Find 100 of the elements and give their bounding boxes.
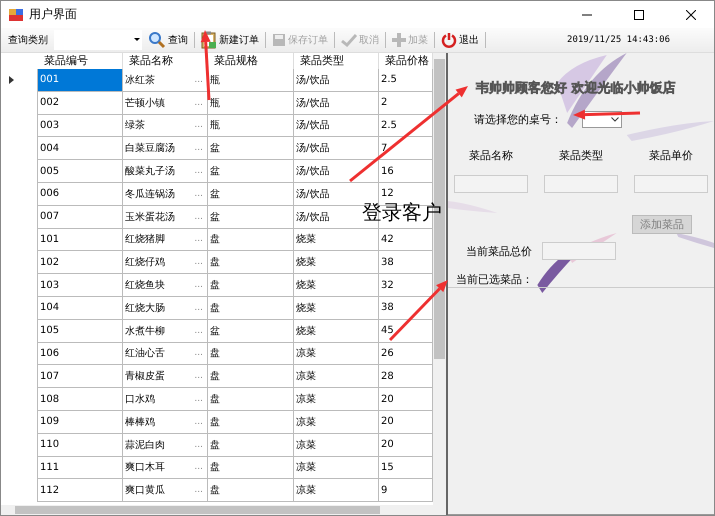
table-cell[interactable]: 盘	[210, 460, 220, 474]
table-cell[interactable]: 15	[381, 462, 394, 473]
table-cell[interactable]: 烧菜	[296, 300, 316, 315]
table-cell[interactable]: 瓶	[210, 96, 220, 110]
table-cell[interactable]: 红烧猪脚	[125, 232, 165, 246]
scrollbar-thumb[interactable]	[15, 506, 380, 514]
ellipsis-button[interactable]: ...	[194, 166, 203, 176]
table-cell[interactable]: 101	[38, 228, 123, 252]
table-cell[interactable]: 38	[381, 302, 394, 314]
table-cell[interactable]: 盆	[210, 324, 220, 338]
table-cell[interactable]: 106	[38, 342, 123, 366]
table-cell[interactable]: 107	[38, 365, 123, 388]
table-cell[interactable]: 冬瓜连锅汤	[125, 186, 175, 201]
table-cell[interactable]: 2.5	[381, 74, 397, 86]
table-cell[interactable]: 凉菜	[296, 460, 316, 474]
input-field[interactable]	[454, 175, 528, 193]
table-cell[interactable]: 105	[38, 320, 123, 343]
table-cell[interactable]: 红油心舌	[125, 346, 165, 360]
table-cell[interactable]: 20	[381, 416, 394, 428]
column-header[interactable]: 菜品规格	[208, 53, 294, 69]
table-cell[interactable]: 盘	[210, 438, 220, 452]
table-cell[interactable]: 烧菜	[296, 278, 316, 292]
table-cell[interactable]: 盘	[210, 232, 220, 246]
table-cell[interactable]: 9	[381, 484, 388, 496]
table-cell[interactable]: 004	[38, 137, 123, 160]
ellipsis-button[interactable]: ...	[194, 416, 203, 427]
table-cell[interactable]: 凉菜	[296, 346, 316, 360]
exit-button[interactable]: 退出	[438, 29, 482, 51]
category-dropdown[interactable]	[54, 30, 142, 50]
table-cell[interactable]: 凉菜	[296, 483, 316, 498]
table-cell[interactable]: 凉菜	[296, 392, 316, 406]
table-cell[interactable]: 盘	[210, 414, 220, 429]
table-cell[interactable]: 112	[38, 479, 123, 502]
table-cell[interactable]: 蒜泥白肉	[125, 438, 165, 452]
table-cell[interactable]: 凉菜	[296, 369, 316, 384]
table-cell[interactable]: 盘	[210, 278, 220, 292]
table-cell[interactable]: 红烧仔鸡	[125, 255, 165, 270]
table-cell[interactable]: 20	[381, 439, 394, 450]
table-cell[interactable]: 001	[38, 69, 123, 92]
table-cell[interactable]: 爽口黄瓜	[125, 483, 165, 498]
table-cell[interactable]: 盆	[210, 210, 220, 224]
table-cell[interactable]: 006	[38, 182, 123, 206]
ellipsis-button[interactable]: ...	[194, 302, 203, 313]
ellipsis-button[interactable]: ...	[194, 234, 203, 244]
table-cell[interactable]: 冰红茶	[125, 72, 155, 87]
table-cell[interactable]: 28	[381, 370, 394, 382]
table-cell[interactable]: 汤/饮品	[296, 164, 330, 178]
ellipsis-button[interactable]: ...	[194, 188, 203, 199]
ellipsis-button[interactable]: ...	[194, 257, 203, 268]
table-cell[interactable]: 110	[38, 434, 123, 457]
table-cell[interactable]: 红烧大肠	[125, 300, 165, 315]
table-cell[interactable]: 盆	[210, 141, 220, 156]
ellipsis-button[interactable]: ...	[194, 212, 203, 222]
input-field[interactable]	[634, 175, 708, 193]
ellipsis-button[interactable]: ...	[194, 143, 203, 154]
ellipsis-button[interactable]: ...	[194, 462, 203, 472]
column-header[interactable]: 菜品名称	[123, 53, 208, 69]
table-cell[interactable]: 瓶	[210, 118, 220, 132]
table-cell[interactable]: 7	[381, 142, 388, 154]
ellipsis-button[interactable]: ...	[194, 348, 203, 358]
table-cell[interactable]: 瓶	[210, 72, 220, 87]
table-cell[interactable]: 芒顿小镇	[125, 96, 165, 110]
table-cell[interactable]: 汤/饮品	[296, 72, 330, 87]
table-cell[interactable]: 盘	[210, 392, 220, 406]
table-cell[interactable]: 汤/饮品	[296, 210, 330, 224]
table-cell[interactable]: 102	[38, 251, 123, 274]
table-cell[interactable]: 盆	[210, 186, 220, 201]
table-cell[interactable]: 003	[38, 114, 123, 138]
table-cell[interactable]: 盘	[210, 255, 220, 270]
table-cell[interactable]: 烧菜	[296, 324, 316, 338]
table-cell[interactable]: 盘	[210, 483, 220, 498]
table-cell[interactable]: 棒棒鸡	[125, 414, 155, 429]
ellipsis-button[interactable]: ...	[194, 98, 203, 108]
query-button[interactable]: 查询	[145, 29, 191, 51]
table-cell[interactable]: 38	[381, 256, 394, 268]
table-cell[interactable]: 盆	[210, 164, 220, 178]
table-cell[interactable]: 汤/饮品	[296, 186, 330, 201]
table-cell[interactable]: 白菜豆腐汤	[125, 141, 175, 156]
table-cell[interactable]: 水煮牛柳	[125, 324, 165, 338]
ellipsis-button[interactable]: ...	[194, 120, 203, 130]
table-cell[interactable]: 12	[381, 188, 394, 200]
input-field[interactable]	[544, 175, 618, 193]
table-cell[interactable]: 005	[38, 160, 123, 183]
table-cell[interactable]: 103	[38, 274, 123, 297]
table-cell[interactable]: 绿茶	[125, 118, 145, 132]
column-header[interactable]: 菜品类型	[294, 53, 379, 69]
ellipsis-button[interactable]: ...	[194, 74, 203, 85]
table-cell[interactable]: 口水鸡	[125, 392, 155, 406]
table-cell[interactable]: 盘	[210, 346, 220, 360]
table-cell[interactable]: 汤/饮品	[296, 141, 330, 156]
table-cell[interactable]: 青椒皮蛋	[125, 369, 165, 384]
ellipsis-button[interactable]: ...	[194, 326, 203, 336]
table-cell[interactable]: 32	[381, 280, 394, 291]
table-cell[interactable]: 红烧鱼块	[125, 278, 165, 292]
table-cell[interactable]: 108	[38, 388, 123, 411]
table-cell[interactable]: 玉米蛋花汤	[125, 210, 175, 224]
table-cell[interactable]: 45	[381, 325, 394, 336]
table-cell[interactable]: 烧菜	[296, 232, 316, 246]
table-cell[interactable]: 汤/饮品	[296, 96, 330, 110]
table-cell[interactable]: 爽口木耳	[125, 460, 165, 474]
